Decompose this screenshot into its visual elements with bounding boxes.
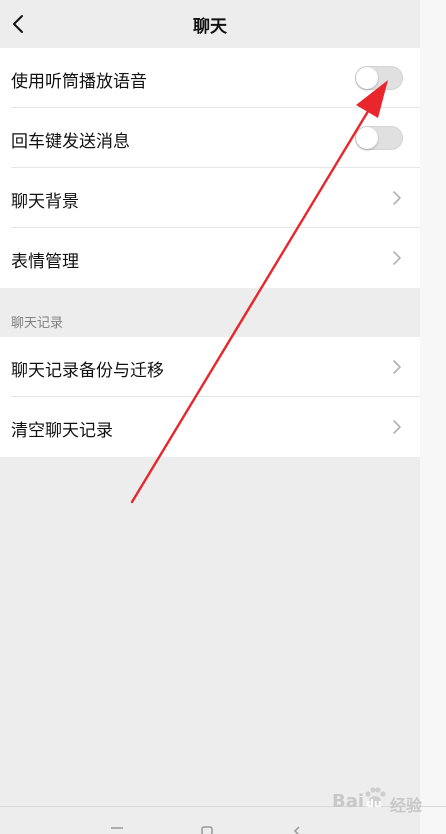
menu-nav-icon[interactable]: [110, 824, 124, 834]
chevron-right-icon: [393, 360, 401, 374]
settings-group-chat-history: 聊天记录备份与迁移 清空聊天记录: [0, 337, 420, 457]
chevron-right-icon: [393, 191, 401, 205]
setting-label: 清空聊天记录: [11, 421, 113, 441]
section-title-chat-history: 聊天记录: [11, 316, 64, 331]
earpiece-playback-toggle[interactable]: [355, 66, 403, 90]
enter-to-send-toggle[interactable]: [355, 126, 403, 150]
settings-group-general: 使用听筒播放语音 回车键发送消息 聊天背景 表情管理: [0, 48, 420, 288]
watermark-sub: 经验: [390, 796, 423, 815]
page-title: 聊天: [193, 17, 227, 37]
watermark-brand: Bai: [332, 791, 365, 812]
baidu-jingyan-watermark: Bai du 经验: [332, 782, 444, 818]
setting-label: 使用听筒播放语音: [11, 72, 147, 92]
navigation-bar: 聊天: [0, 0, 420, 48]
chevron-right-icon: [393, 251, 401, 265]
setting-label: 聊天记录备份与迁移: [11, 361, 164, 381]
setting-row-earpiece-playback[interactable]: 使用听筒播放语音: [0, 48, 420, 108]
setting-row-chat-background[interactable]: 聊天背景: [0, 168, 420, 228]
setting-row-enter-to-send[interactable]: 回车键发送消息: [0, 108, 420, 168]
setting-label: 回车键发送消息: [11, 132, 130, 152]
toggle-knob: [356, 127, 378, 149]
chat-settings-screen: 聊天 使用听筒播放语音 回车键发送消息 聊天背景 表情管理 聊天记录 聊天记录备…: [0, 0, 420, 834]
setting-label: 表情管理: [11, 252, 79, 272]
setting-row-sticker-management[interactable]: 表情管理: [0, 228, 420, 288]
setting-row-backup-migrate[interactable]: 聊天记录备份与迁移: [0, 337, 420, 397]
watermark-brand-suffix: du: [366, 797, 382, 810]
setting-row-clear-history[interactable]: 清空聊天记录: [0, 397, 420, 457]
home-nav-icon[interactable]: [200, 824, 214, 834]
back-nav-icon[interactable]: [290, 824, 304, 834]
toggle-knob: [356, 67, 378, 89]
right-edge-strip: [420, 0, 446, 834]
setting-label: 聊天背景: [11, 192, 79, 212]
chevron-right-icon: [393, 420, 401, 434]
